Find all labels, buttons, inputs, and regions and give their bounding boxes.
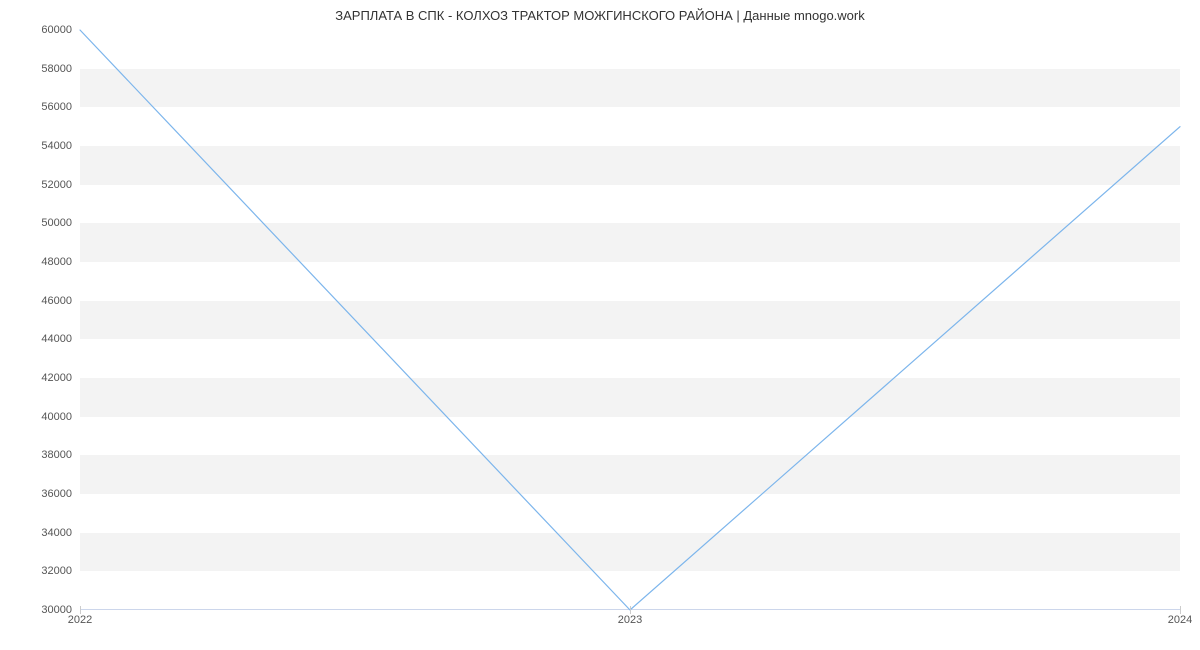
x-tick-label: 2024 xyxy=(1168,614,1192,626)
y-tick-label: 42000 xyxy=(12,372,72,384)
x-tick-label: 2023 xyxy=(618,614,642,626)
y-tick-label: 34000 xyxy=(12,527,72,539)
y-tick-label: 48000 xyxy=(12,256,72,268)
y-tick-label: 46000 xyxy=(12,295,72,307)
series-line xyxy=(80,30,1180,610)
y-tick-label: 60000 xyxy=(12,24,72,36)
y-tick-label: 32000 xyxy=(12,565,72,577)
y-tick-label: 50000 xyxy=(12,217,72,229)
plot-area xyxy=(80,30,1180,610)
y-tick-label: 30000 xyxy=(12,604,72,616)
y-tick-label: 58000 xyxy=(12,63,72,75)
x-tick-label: 2022 xyxy=(68,614,92,626)
series-layer xyxy=(80,30,1180,610)
y-tick-label: 56000 xyxy=(12,101,72,113)
x-tick xyxy=(630,606,631,614)
y-tick-label: 52000 xyxy=(12,179,72,191)
line-chart: ЗАРПЛАТА В СПК - КОЛХОЗ ТРАКТОР МОЖГИНСК… xyxy=(0,0,1200,650)
y-tick-label: 44000 xyxy=(12,333,72,345)
y-tick-label: 40000 xyxy=(12,411,72,423)
y-tick-label: 54000 xyxy=(12,140,72,152)
x-tick xyxy=(80,606,81,614)
chart-title: ЗАРПЛАТА В СПК - КОЛХОЗ ТРАКТОР МОЖГИНСК… xyxy=(0,8,1200,23)
x-tick xyxy=(1180,606,1181,614)
y-tick-label: 36000 xyxy=(12,488,72,500)
y-tick-label: 38000 xyxy=(12,449,72,461)
